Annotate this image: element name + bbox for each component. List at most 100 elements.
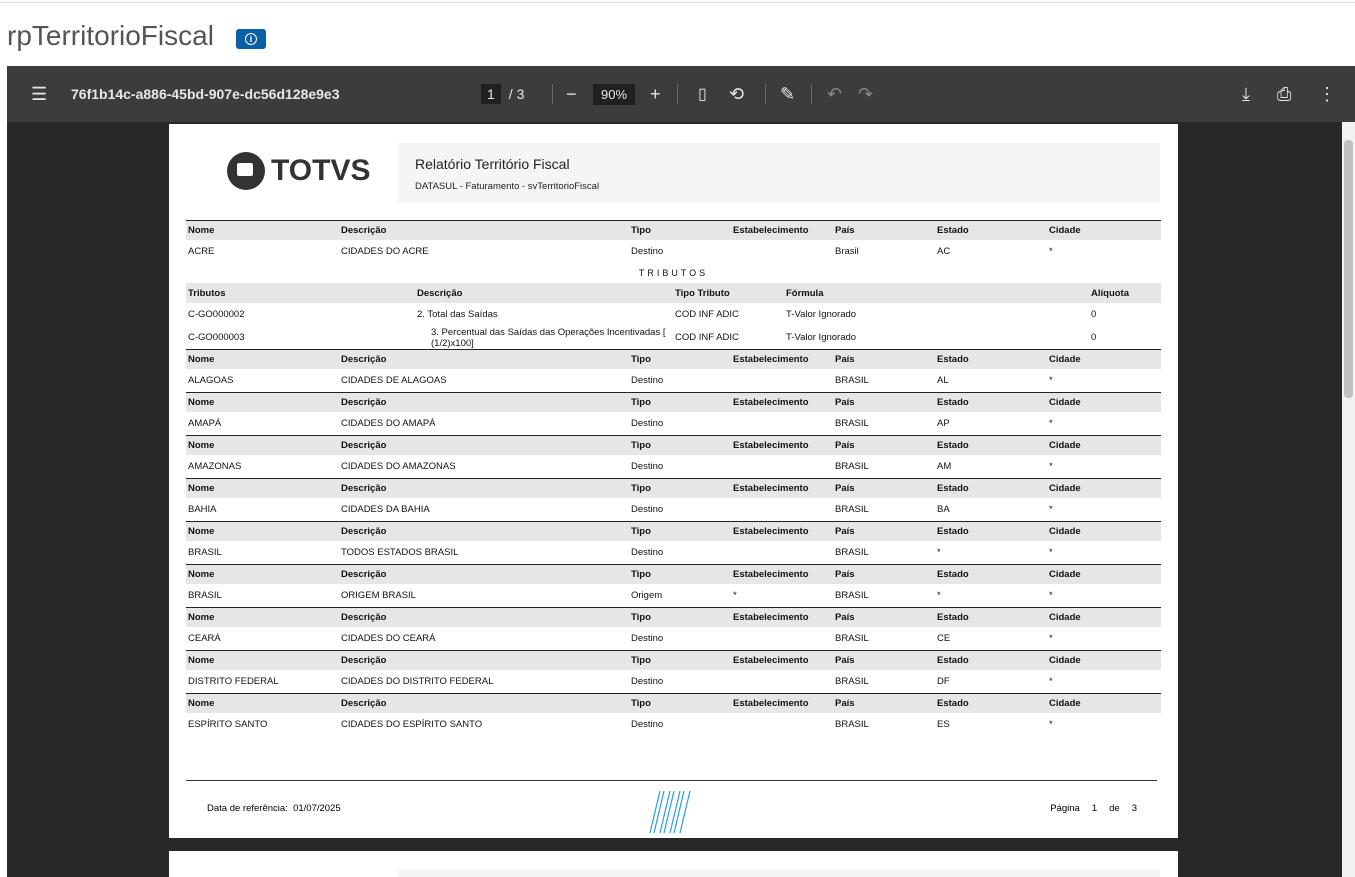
table-row-cell: BRASIL (835, 676, 869, 687)
table-row-cell: * (1049, 590, 1053, 601)
table-row-cell: DF (937, 676, 950, 687)
table-header-row-cell: País (835, 612, 855, 623)
table-row-cell: * (937, 590, 941, 601)
table-header-row-cell: Tipo (631, 612, 651, 623)
tributos-header-row-cell: Fórmula (786, 287, 824, 299)
table-header-row-cell: Estado (937, 698, 969, 709)
table-row: AMAZONAS CIDADES DO AMAZONAS Destino BRASIL… (186, 455, 1161, 478)
table-header-row-cell: País (835, 354, 855, 365)
report-table: Nome Descrição Tipo Estabelecimento País Esta… (186, 220, 1161, 736)
table-header-row-cell: Estado (937, 612, 969, 623)
tributos-header-row-cell: Tipo Tributo (675, 287, 730, 299)
table-row: CEARÁ CIDADES DO CEARÁ Destino BRASIL CE * (186, 627, 1161, 650)
table-row-cell: Destino (631, 246, 664, 257)
table-header-row-cell: Estabelecimento (733, 440, 809, 451)
table-header-row-cell: Tipo (631, 354, 651, 365)
table-header-row-cell: Tipo (631, 655, 651, 666)
tributos-title: TRIBUTOS (638, 268, 709, 278)
page-indicator: 1 / 3 (481, 66, 524, 122)
more-options-icon[interactable]: ⋮ (1318, 66, 1336, 122)
table-row-cell: * (733, 590, 737, 601)
download-icon[interactable]: ⤓ (1242, 66, 1250, 122)
table-header-row-cell: País (835, 483, 855, 494)
table-row-cell: * (1049, 676, 1053, 687)
table-row-cell: CIDADES DO ACRE (341, 246, 429, 257)
table-header-row-cell: Descrição (341, 483, 387, 494)
table-row-cell: CIDADES DO AMAPÁ (341, 418, 436, 429)
pdf-page-1: TOTVS Relatório Território Fiscal DATASU… (169, 124, 1178, 838)
redo-icon[interactable]: ↷ (858, 66, 873, 122)
table-header-row-cell: Estado (937, 354, 969, 365)
table-header-row-cell: Nome (188, 569, 215, 580)
pdf-viewer: ☰ 76f1b14c-a886-45bd-907e-dc56d128e9e3 1… (7, 66, 1355, 877)
table-header-row-cell: Estabelecimento (733, 655, 809, 666)
tributos-row-cell: T-Valor Ignorado (786, 332, 857, 343)
totvs-logo: TOTVS (227, 152, 370, 190)
table-header-row-cell: Descrição (341, 698, 387, 709)
footer-logo-icon (649, 790, 691, 834)
scrollbar-thumb[interactable] (1344, 140, 1353, 398)
table-row: ACRE CIDADES DO ACRE Destino Brasil AC * (186, 240, 1161, 263)
table-header-row-cell: Cidade (1049, 612, 1081, 623)
annotate-icon[interactable]: ✎ (780, 66, 795, 122)
table-header-row-cell: Cidade (1049, 698, 1081, 709)
undo-icon[interactable]: ↶ (827, 66, 842, 122)
table-header-row-cell: Estado (937, 526, 969, 537)
table-header-row-cell: Cidade (1049, 569, 1081, 580)
table-header-row-cell: Cidade (1049, 225, 1081, 236)
table-row-cell: AMAZONAS (188, 461, 242, 472)
page-title: rpTerritorioFiscal (7, 20, 214, 51)
zoom-in-button[interactable]: + (650, 66, 661, 122)
table-row-cell: AC (937, 246, 951, 257)
table-row-cell: CIDADES DE ALAGOAS (341, 375, 447, 386)
table-header-row-cell: Cidade (1049, 354, 1081, 365)
table-header-row: Nome Descrição Tipo Estabelecimento País Esta… (186, 650, 1161, 670)
table-row-cell: * (1049, 547, 1053, 558)
page-number-input[interactable]: 1 (481, 84, 501, 104)
table-header-row-cell: Descrição (341, 440, 387, 451)
table-header-row-cell: Tipo (631, 225, 651, 236)
table-row-cell: BRASIL (835, 504, 869, 515)
table-row-cell: BA (937, 504, 950, 515)
table-header-row-cell: Cidade (1049, 655, 1081, 666)
rotate-icon[interactable]: ⟲ (729, 66, 744, 122)
table-header-row-cell: Cidade (1049, 483, 1081, 494)
info-button[interactable]: i (236, 29, 266, 49)
table-row-cell: ORIGEM BRASIL (341, 590, 416, 601)
table-header-row-cell: Estabelecimento (733, 483, 809, 494)
fit-page-icon[interactable]: ▯ (698, 66, 707, 122)
table-row: ESPÍRITO SANTO CIDADES DO ESPÍRITO SANTO D… (186, 713, 1161, 736)
table-row-cell: DISTRITO FEDERAL (188, 676, 279, 687)
table-row-cell: CIDADES DO CEARÁ (341, 633, 436, 644)
table-header-row: Nome Descrição Tipo Estabelecimento País Esta… (186, 435, 1161, 455)
table-row-cell: ALAGOAS (188, 375, 234, 386)
table-row-cell: * (1049, 719, 1053, 730)
print-icon[interactable]: ⎙ (1277, 66, 1291, 122)
table-row-cell: AL (937, 375, 949, 386)
report-subtitle: DATASUL - Faturamento - svTerritorioFisc… (415, 181, 600, 192)
table-row-cell: ES (937, 719, 950, 730)
table-header-row-cell: País (835, 440, 855, 451)
table-row-cell: * (937, 547, 941, 558)
tributos-row-cell: 0 (1091, 309, 1097, 320)
divider (677, 84, 678, 104)
table-row-cell: AM (937, 461, 952, 472)
reference-date: Data de referência: 01/07/2025 (207, 803, 341, 814)
table-row-cell: BRASIL (835, 461, 869, 472)
table-row-cell: CIDADES DO ESPÍRITO SANTO (341, 719, 483, 730)
report-header: Relatório Território Fiscal DATASUL - Fa… (398, 143, 1160, 203)
table-row-cell: * (1049, 504, 1053, 515)
menu-icon[interactable]: ☰ (31, 66, 47, 122)
info-icon: i (245, 33, 257, 45)
tributos-row: C-GO000003 3. Percentual das Saídas das O… (186, 326, 1161, 349)
table-header-row-cell: Nome (188, 354, 215, 365)
zoom-out-button[interactable]: − (566, 66, 577, 122)
table-row-cell: * (1049, 375, 1053, 386)
table-row-cell: Destino (631, 504, 664, 515)
pdf-page-2 (169, 851, 1178, 877)
table-row-cell: BRASIL (835, 375, 869, 386)
table-header-row-cell: Nome (188, 225, 215, 236)
zoom-input[interactable]: 90% (593, 83, 636, 105)
scrollbar[interactable] (1342, 122, 1355, 877)
table-row-cell: BRASIL (835, 590, 869, 601)
